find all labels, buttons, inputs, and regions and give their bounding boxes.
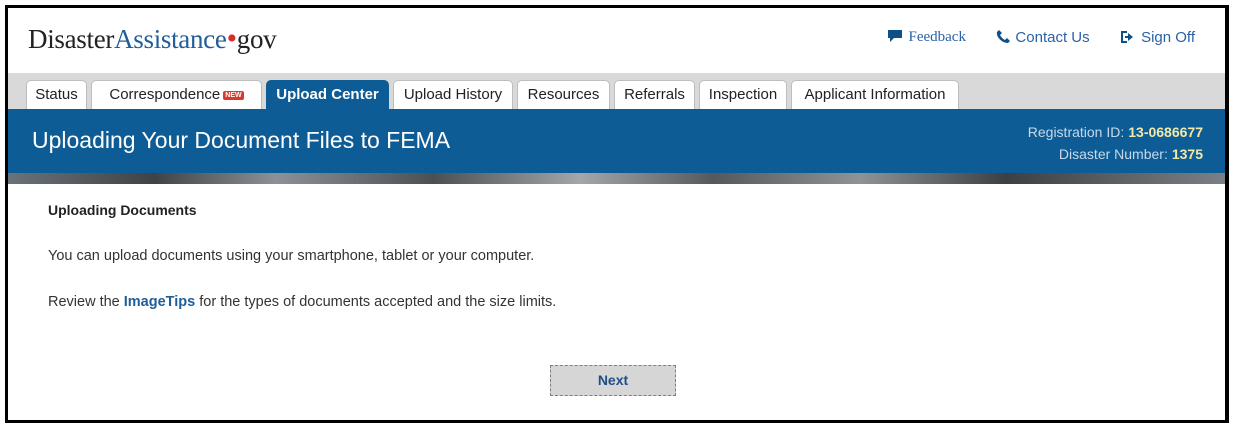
logo-word-gov: gov [236, 24, 277, 54]
main-content: Uploading Documents You can upload docum… [48, 198, 1205, 310]
tab-label: Status [35, 86, 78, 103]
registration-id-value: 13-0686677 [1128, 124, 1203, 140]
tab-label: Resources [527, 86, 600, 103]
tab-label: Inspection [708, 86, 778, 103]
imagetips-paragraph: Review the ImageTips for the types of do… [48, 294, 556, 310]
tab-upload-center[interactable]: Upload Center [266, 80, 389, 109]
tab-bar: Status Correspondence NEW Upload Center U… [8, 73, 1225, 109]
header: DisasterAssistance•gov Feedback Contact … [8, 8, 1225, 73]
tab-resources[interactable]: Resources [517, 80, 610, 109]
banner-photo-strip [8, 173, 1225, 184]
tab-label: Upload Center [276, 86, 379, 103]
sign-off-label: Sign Off [1141, 29, 1195, 47]
tab-inspection[interactable]: Inspection [699, 80, 787, 109]
paragraph-text-after: for the types of documents accepted and … [195, 294, 557, 310]
phone-icon [997, 30, 1011, 44]
tab-label: Referrals [624, 86, 685, 103]
site-logo[interactable]: DisasterAssistance•gov [28, 22, 277, 55]
imagetips-link[interactable]: ImageTips [124, 294, 195, 310]
tab-referrals[interactable]: Referrals [614, 80, 695, 109]
top-links: Feedback Contact Us Sign Off [861, 29, 1195, 51]
page-title: Uploading Your Document Files to FEMA [32, 127, 451, 153]
tab-upload-history[interactable]: Upload History [393, 80, 513, 109]
tab-label: Correspondence [109, 86, 221, 103]
speech-bubble-icon [888, 30, 903, 43]
logo-word-disaster: Disaster [28, 24, 115, 54]
section-heading: Uploading Documents [48, 202, 197, 218]
app-frame: DisasterAssistance•gov Feedback Contact … [5, 5, 1229, 423]
disaster-number-value: 1375 [1171, 146, 1203, 162]
page-banner: Uploading Your Document Files to FEMA Re… [8, 109, 1225, 173]
paragraph-text-before: Review the [48, 294, 124, 310]
feedback-label: Feedback [908, 29, 966, 46]
tab-status[interactable]: Status [26, 80, 87, 109]
contact-us-link[interactable]: Contact Us [996, 29, 1090, 47]
new-badge: NEW [223, 91, 244, 100]
tab-applicant-information[interactable]: Applicant Information [791, 80, 959, 109]
registration-info: Registration ID: 13-0686677 Disaster Numb… [1028, 121, 1203, 165]
feedback-link[interactable]: Feedback [887, 29, 966, 46]
next-button[interactable]: Next [550, 365, 676, 396]
tab-label: Upload History [403, 86, 503, 103]
tab-correspondence[interactable]: Correspondence NEW [91, 80, 262, 109]
registration-id-label: Registration ID: [1027, 124, 1125, 140]
logo-dot: • [226, 22, 238, 55]
intro-paragraph: You can upload documents using your smar… [48, 248, 535, 264]
tab-label: Applicant Information [804, 86, 946, 103]
disaster-number-row: Disaster Number: 1375 [1028, 143, 1203, 165]
contact-us-label: Contact Us [1015, 29, 1090, 47]
logo-word-assistance: Assistance [114, 24, 227, 54]
registration-id-row: Registration ID: 13-0686677 [1028, 121, 1203, 143]
sign-off-link[interactable]: Sign Off [1120, 29, 1195, 46]
disaster-number-label: Disaster Number: [1058, 146, 1168, 162]
sign-out-icon [1121, 31, 1134, 44]
